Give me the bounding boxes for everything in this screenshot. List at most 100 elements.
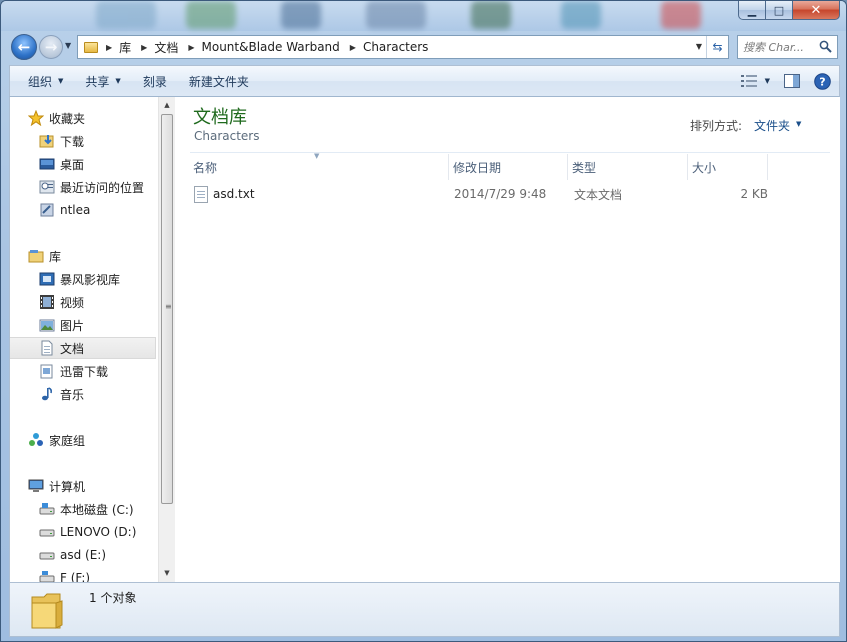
column-header-name[interactable]: 名称 <box>190 154 448 180</box>
search-icon[interactable] <box>819 40 832 53</box>
share-label: 共享 <box>85 74 110 89</box>
column-header-modified[interactable]: 修改日期 <box>450 154 568 180</box>
scroll-down-arrow[interactable]: ▼ <box>159 565 175 581</box>
nav-item-drive-e[interactable]: asd (E:) <box>10 544 156 566</box>
nav-item-downloads[interactable]: 下载 <box>10 130 156 152</box>
nav-item-computer[interactable]: 计算机 <box>10 475 156 497</box>
navigation-row: ← → ▼ ▶ 库 ▶ 文档 ▶ Mount&Blade Warband ▶ C… <box>1 31 846 63</box>
nav-label: 文档 <box>60 341 85 356</box>
arrange-by-dropdown[interactable]: 文件夹 <box>754 117 790 134</box>
file-name-cell: asd.txt <box>194 183 444 205</box>
burn-button[interactable]: 刻录 <box>135 66 175 96</box>
nav-item-videos[interactable]: 视频 <box>10 291 156 313</box>
address-bar[interactable]: ▶ 库 ▶ 文档 ▶ Mount&Blade Warband ▶ Charact… <box>77 35 729 59</box>
nav-item-pictures[interactable]: 图片 <box>10 314 156 336</box>
search-input[interactable] <box>743 40 821 54</box>
caret-down-icon[interactable]: ▼ <box>796 120 801 128</box>
column-header-type[interactable]: 类型 <box>569 154 687 180</box>
window-controls: ▁ □ ✕ <box>738 1 840 20</box>
nav-item-recent-places[interactable]: 最近访问的位置 <box>10 176 156 198</box>
navigation-pane: 收藏夹 下载 桌面 最近访问的位置 ntlea 库 暴风影视库 视频 图片 文档… <box>10 97 158 582</box>
picture-icon <box>39 319 55 332</box>
chevron-right-icon[interactable]: ▶ <box>188 43 194 52</box>
nav-item-drive-c[interactable]: 本地磁盘 (C:) <box>10 498 156 520</box>
nav-item-libraries[interactable]: 库 <box>10 245 156 267</box>
breadcrumb-item[interactable]: 库 <box>119 39 131 56</box>
chevron-right-icon[interactable]: ▶ <box>106 43 112 52</box>
title-bar[interactable]: ▁ □ ✕ <box>1 1 846 31</box>
minimize-button[interactable]: ▁ <box>738 1 766 20</box>
maximize-button[interactable]: □ <box>766 1 793 20</box>
system-drive-icon <box>39 503 55 515</box>
refresh-icon: ⇆ <box>712 40 723 54</box>
nav-item-thunder-downloads[interactable]: 迅雷下载 <box>10 360 156 382</box>
grip-icon: ≡ <box>165 302 172 311</box>
share-menu[interactable]: 共享 ▼ <box>77 66 128 96</box>
ntlea-icon <box>40 203 54 217</box>
help-button[interactable]: ? <box>814 72 831 90</box>
nav-label: 家庭组 <box>49 433 86 448</box>
file-row[interactable]: asd.txt 2014/7/29 9:48 文本文档 2 KB <box>191 183 768 205</box>
new-folder-label: 新建文件夹 <box>188 74 249 89</box>
folder-icon <box>31 593 63 629</box>
nav-label: 本地磁盘 (C:) <box>60 502 134 517</box>
nav-item-storm-video[interactable]: 暴风影视库 <box>10 268 156 290</box>
nav-item-favorites[interactable]: 收藏夹 <box>10 107 156 129</box>
homegroup-icon <box>29 433 43 446</box>
breadcrumb-item[interactable]: 文档 <box>154 39 178 56</box>
nav-item-drive-d[interactable]: LENOVO (D:) <box>10 521 156 543</box>
nav-label: F (F:) <box>60 571 91 582</box>
forward-button[interactable]: → <box>39 35 63 59</box>
caret-down-icon: ▼ <box>764 77 770 85</box>
item-count: 1 个对象 <box>89 591 137 605</box>
column-divider[interactable] <box>687 154 688 180</box>
organize-menu[interactable]: 组织 ▼ <box>20 66 71 96</box>
scrollbar-thumb[interactable]: ≡ <box>161 114 173 504</box>
nav-label: ntlea <box>60 203 91 217</box>
column-divider[interactable] <box>448 154 449 180</box>
file-type: 文本文档 <box>574 187 623 202</box>
preview-pane-button[interactable] <box>784 74 800 88</box>
library-subtitle: Characters <box>194 129 260 143</box>
nav-label: 库 <box>49 249 62 264</box>
svg-text:?: ? <box>819 75 825 88</box>
recent-pages-dropdown[interactable]: ▼ <box>65 41 71 50</box>
column-header-size[interactable]: 大小 <box>689 154 765 180</box>
breadcrumb-item[interactable]: Characters <box>363 40 429 54</box>
column-divider[interactable] <box>567 154 568 180</box>
nav-label: 收藏夹 <box>49 111 86 126</box>
nav-label: 桌面 <box>60 157 85 172</box>
new-folder-button[interactable]: 新建文件夹 <box>181 66 257 96</box>
nav-item-documents[interactable]: 文档 <box>10 337 156 359</box>
change-view-button[interactable]: ▼ <box>740 75 770 87</box>
chevron-right-icon[interactable]: ▶ <box>350 43 356 52</box>
burn-label: 刻录 <box>142 74 167 89</box>
content-area: 收藏夹 下载 桌面 最近访问的位置 ntlea 库 暴风影视库 视频 图片 文档… <box>9 97 840 582</box>
help-icon: ? <box>814 72 831 90</box>
nav-item-homegroup[interactable]: 家庭组 <box>10 429 156 451</box>
nav-item-drive-f[interactable]: F (F:) <box>10 567 156 582</box>
view-controls: ▼ ? <box>727 66 831 96</box>
nav-label: 迅雷下载 <box>60 364 109 379</box>
breadcrumb-item[interactable]: Mount&Blade Warband <box>202 40 340 54</box>
star-icon <box>28 110 44 126</box>
navigation-scrollbar[interactable]: ▲ ≡ ▼ <box>158 97 175 582</box>
hard-drive-icon <box>39 552 55 560</box>
arrange-by-label: 排列方式: <box>690 119 743 133</box>
close-button[interactable]: ✕ <box>793 1 840 20</box>
chevron-right-icon[interactable]: ▶ <box>141 43 147 52</box>
nav-item-ntlea[interactable]: ntlea <box>10 199 156 221</box>
scroll-up-arrow[interactable]: ▲ <box>159 97 175 113</box>
hard-drive-icon <box>39 529 55 537</box>
back-button[interactable]: ← <box>11 34 37 60</box>
breadcrumb: ▶ 库 ▶ 文档 ▶ Mount&Blade Warband ▶ Charact… <box>104 39 436 56</box>
thunder-download-icon <box>40 364 53 379</box>
nav-item-music[interactable]: 音乐 <box>10 383 156 405</box>
download-folder-icon <box>39 135 54 148</box>
refresh-button[interactable]: ⇆ <box>706 36 728 58</box>
address-history-dropdown[interactable]: ▼ <box>696 42 702 51</box>
file-name: asd.txt <box>213 187 255 201</box>
nav-label: 计算机 <box>49 479 86 494</box>
nav-item-desktop[interactable]: 桌面 <box>10 153 156 175</box>
column-divider[interactable] <box>767 154 768 180</box>
